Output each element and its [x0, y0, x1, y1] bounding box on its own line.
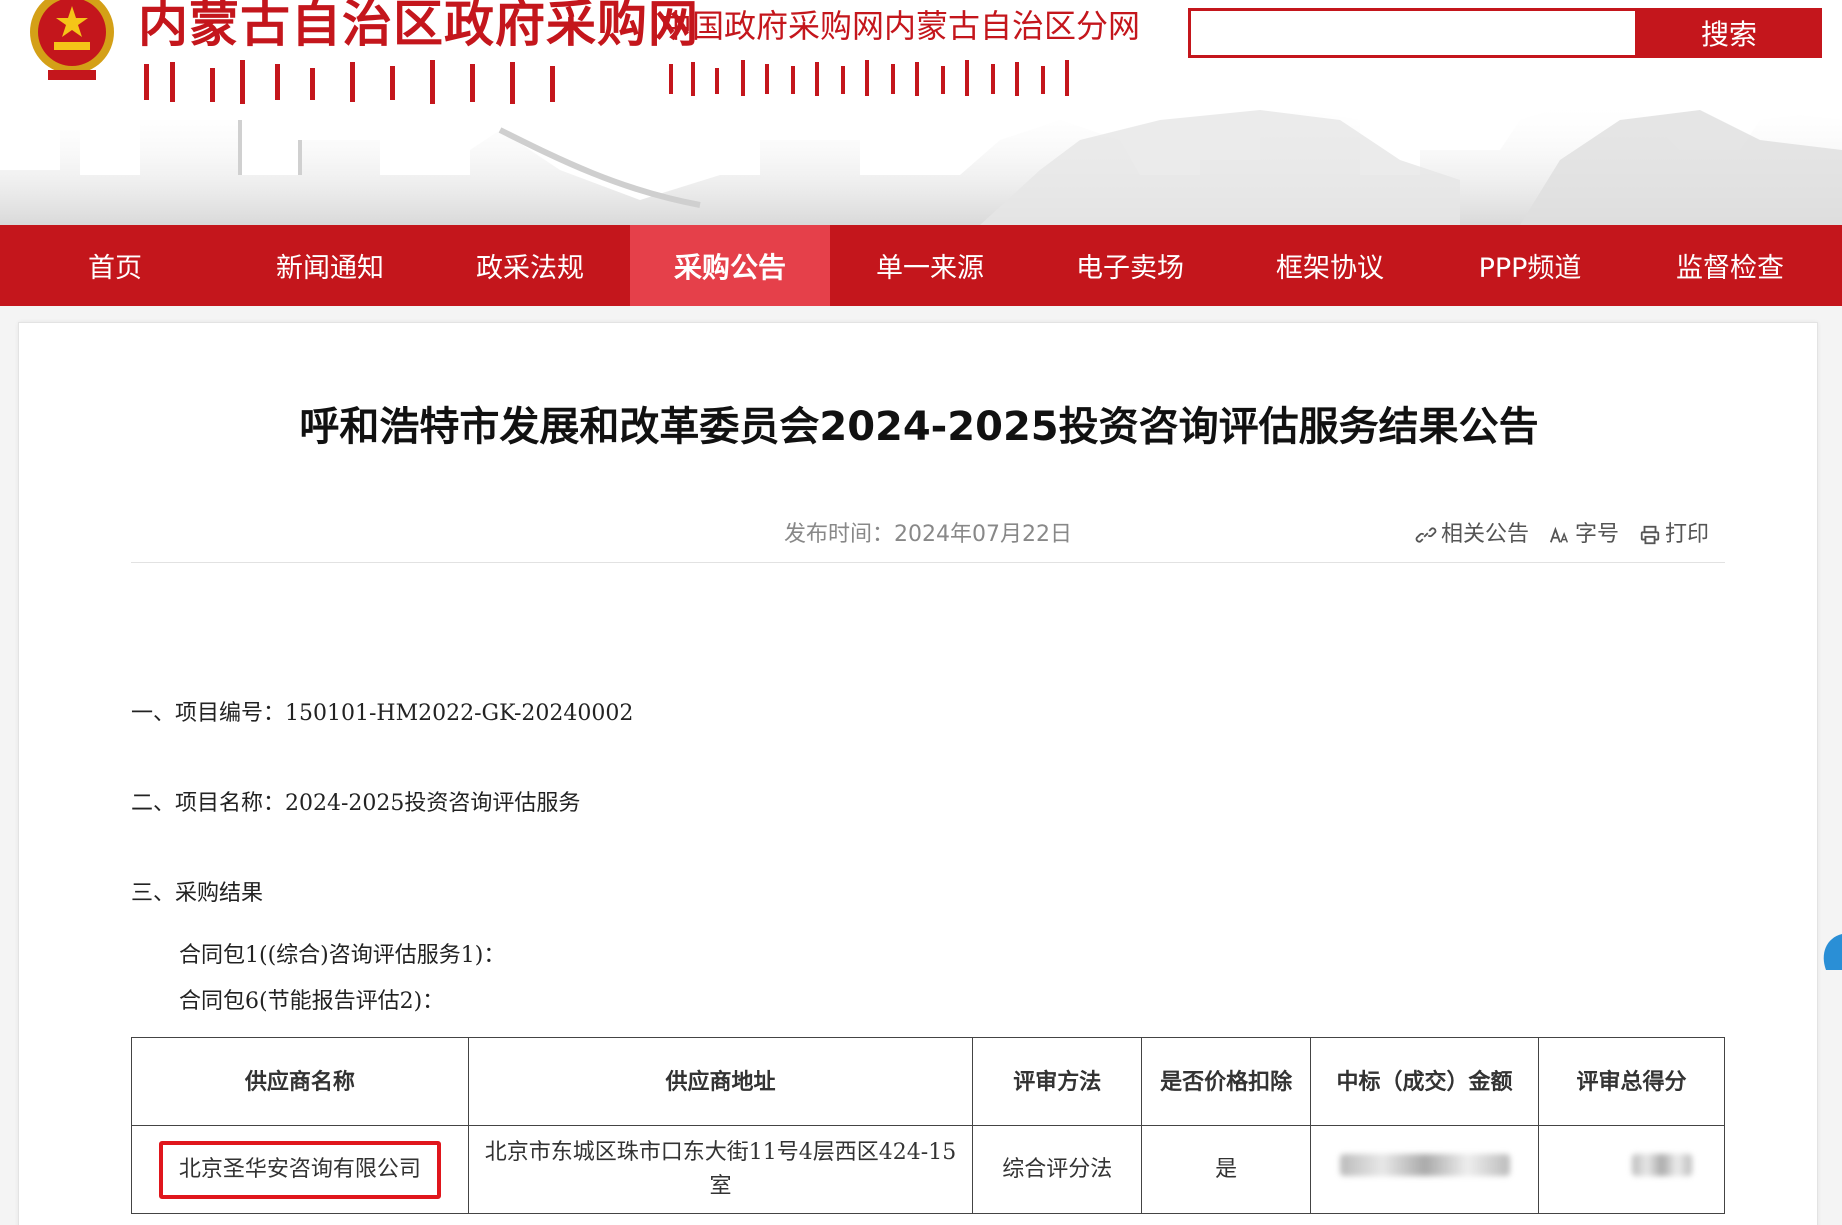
nav-item-single-source[interactable]: 单一来源 — [830, 225, 1030, 306]
print-button[interactable]: 打印 — [1639, 513, 1709, 557]
redacted-blur — [1631, 1153, 1692, 1176]
nav-item-ppp[interactable]: PPP频道 — [1430, 225, 1630, 306]
article-title: 呼和浩特市发展和改革委员会2024-2025投资咨询评估服务结果公告 — [299, 404, 1539, 450]
article-meta: 发布时间：2024年07月22日 相关公告 字号 打印 — [131, 513, 1725, 563]
total-score-redacted — [1538, 1125, 1725, 1214]
redacted-blur — [1339, 1153, 1510, 1176]
award-amount-redacted — [1310, 1125, 1539, 1214]
header-award-amount: 中标（成交）金额 — [1310, 1037, 1539, 1126]
national-emblem-icon — [30, 0, 114, 80]
article-tools: 相关公告 字号 打印 — [1415, 513, 1709, 557]
supplier-address: 北京市东城区珠市口东大街11号4层西区424-15室 — [467, 1125, 974, 1214]
font-size-icon — [1549, 526, 1568, 543]
search-box[interactable] — [1188, 8, 1638, 58]
printer-icon — [1640, 525, 1660, 545]
header-supplier-address: 供应商地址 — [467, 1037, 974, 1126]
header-total-score: 评审总得分 — [1538, 1037, 1725, 1126]
article-card: 呼和浩特市发展和改革委员会2024-2025投资咨询评估服务结果公告 发布时间：… — [18, 322, 1818, 1225]
package-1-label: 合同包1((综合)咨询评估服务1)： — [179, 943, 506, 968]
nav-item-procurement-notices[interactable]: 采购公告 — [630, 225, 830, 306]
header-price-deduction: 是否价格扣除 — [1141, 1037, 1312, 1126]
site-title: 内蒙古自治区政府采购网 — [138, 0, 699, 53]
print-label: 打印 — [1664, 522, 1709, 547]
project-number: 一、项目编号：150101-HM2022-GK-20240002 — [131, 701, 634, 726]
mongolian-script-decoration-icon — [144, 60, 555, 104]
floating-widget-icon[interactable] — [1816, 930, 1842, 990]
mongolian-script-decoration-icon — [669, 60, 1069, 96]
nav-item-framework-agreement[interactable]: 框架协议 — [1230, 225, 1430, 306]
site-header: 内蒙古自治区政府采购网 中国政府采购网内蒙古自治区分网 搜索 — [0, 0, 1842, 225]
project-name: 二、项目名称：2024-2025投资咨询评估服务 — [131, 791, 581, 816]
nav-item-home[interactable]: 首页 — [0, 225, 230, 306]
site-subtitle: 中国政府采购网内蒙古自治区分网 — [660, 7, 1141, 45]
result-heading: 三、采购结果 — [131, 881, 264, 906]
nav-item-supervision[interactable]: 监督检查 — [1630, 225, 1830, 306]
package-6-label: 合同包6(节能报告评估2)： — [179, 989, 445, 1014]
nav-item-e-mall[interactable]: 电子卖场 — [1030, 225, 1230, 306]
review-method: 综合评分法 — [972, 1125, 1143, 1214]
table-row: 北京圣华安咨询有限公司 北京市东城区珠市口东大街11号4层西区424-15室 综… — [131, 1125, 1725, 1214]
supplier-name: 北京圣华安咨询有限公司 — [158, 1140, 441, 1199]
nav-item-regulations[interactable]: 政采法规 — [430, 225, 630, 306]
search-button[interactable]: 搜索 — [1636, 8, 1822, 58]
header-supplier-name: 供应商名称 — [131, 1037, 469, 1126]
font-size-button[interactable]: 字号 — [1549, 513, 1619, 557]
search-input[interactable] — [1191, 11, 1635, 55]
nav-item-news[interactable]: 新闻通知 — [230, 225, 430, 306]
font-size-label: 字号 — [1574, 522, 1619, 547]
result-table: 供应商名称 供应商地址 评审方法 是否价格扣除 中标（成交）金额 评审总得分 北… — [131, 1037, 1725, 1214]
related-notices-link[interactable]: 相关公告 — [1415, 513, 1529, 557]
table-header-row: 供应商名称 供应商地址 评审方法 是否价格扣除 中标（成交）金额 评审总得分 — [131, 1037, 1725, 1126]
link-icon — [1415, 527, 1437, 543]
related-notices-label: 相关公告 — [1440, 522, 1529, 547]
header-review-method: 评审方法 — [972, 1037, 1143, 1126]
supplier-name-cell: 北京圣华安咨询有限公司 — [131, 1125, 469, 1214]
main-nav: 首页 新闻通知 政采法规 采购公告 单一来源 电子卖场 框架协议 PPP频道 监… — [0, 225, 1842, 306]
price-deduction: 是 — [1141, 1125, 1312, 1214]
